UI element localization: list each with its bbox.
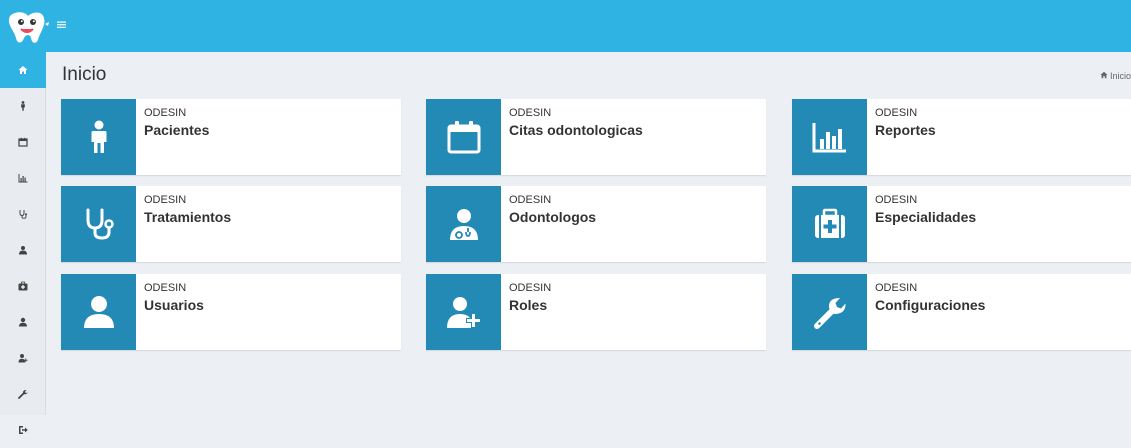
tile-label: Odontologos (509, 209, 597, 225)
tile-citas-odontologicas[interactable]: ODESIN Citas odontologicas (426, 99, 766, 175)
male-icon (91, 120, 106, 153)
tile-icon-box (426, 274, 501, 350)
tile-label: Especialidades (875, 209, 977, 225)
user-plus-icon (446, 297, 481, 328)
sidebar-item-roles[interactable] (0, 340, 46, 376)
sidebar-item-salir[interactable] (0, 412, 46, 448)
user-md-icon (449, 209, 478, 240)
sidebar-item-citas[interactable] (0, 124, 46, 160)
sidebar-item-tratamientos[interactable] (0, 196, 46, 232)
sidebar-item-configuraciones[interactable] (0, 376, 46, 412)
user-icon (19, 317, 27, 327)
tile-icon-box (61, 186, 136, 262)
tile-label: Configuraciones (875, 297, 986, 313)
tile-label: Pacientes (144, 122, 210, 138)
tile-configuraciones[interactable]: ODESIN Configuraciones (792, 274, 1131, 350)
male-icon (21, 101, 25, 111)
tile-label: Citas odontologicas (509, 122, 643, 138)
tile-usuarios[interactable]: ODESIN Usuarios (61, 274, 401, 350)
tile-odontologos[interactable]: ODESIN Odontologos (426, 186, 766, 262)
sidebar (0, 52, 46, 434)
tile-subtitle: ODESIN (509, 282, 552, 294)
user-plus-icon (18, 354, 28, 363)
tooth-logo[interactable] (4, 10, 50, 44)
user-md-icon (19, 246, 27, 255)
tile-subtitle: ODESIN (144, 194, 187, 206)
tile-label: Usuarios (144, 297, 204, 313)
tile-label: Roles (509, 297, 548, 313)
home-icon (1100, 71, 1108, 81)
breadcrumb: Inicio (1100, 71, 1131, 81)
tile-roles[interactable]: ODESIN Roles (426, 274, 766, 350)
wrench-icon (813, 298, 846, 329)
tile-subtitle: ODESIN (875, 107, 918, 119)
sidebar-item-usuarios[interactable] (0, 304, 46, 340)
tile-icon-box (426, 186, 501, 262)
sidebar-item-odontologos[interactable] (0, 232, 46, 268)
tile-label: Tratamientos (144, 209, 232, 225)
calendar-icon (18, 137, 28, 147)
home-icon (18, 66, 28, 74)
calendar-icon (447, 121, 480, 154)
tile-subtitle: ODESIN (144, 107, 187, 119)
tile-subtitle: ODESIN (875, 282, 918, 294)
tile-icon-box (792, 99, 867, 175)
wrench-icon (18, 389, 28, 399)
tile-icon-box (61, 274, 136, 350)
tile-subtitle: ODESIN (509, 107, 552, 119)
medkit-icon (814, 208, 845, 238)
sidebar-item-reportes[interactable] (0, 160, 46, 196)
sidebar-item-inicio[interactable] (0, 52, 46, 88)
tile-especialidades[interactable]: ODESIN Especialidades (792, 186, 1131, 262)
tile-icon-box (792, 186, 867, 262)
stethoscope-icon (86, 208, 114, 240)
hamburger-icon[interactable] (57, 17, 69, 33)
top-navbar (0, 0, 1131, 52)
bar-chart-icon (812, 123, 846, 153)
tile-icon-box (426, 99, 501, 175)
tile-tratamientos[interactable]: ODESIN Tratamientos (61, 186, 401, 262)
stethoscope-icon (19, 210, 27, 219)
tile-icon-box (61, 99, 136, 175)
sign-out-icon (19, 426, 28, 434)
tile-label: Reportes (875, 122, 936, 138)
breadcrumb-home-link[interactable]: Inicio (1110, 71, 1131, 81)
tile-reportes[interactable]: ODESIN Reportes (792, 99, 1131, 175)
bar-chart-icon (18, 174, 28, 183)
tile-subtitle: ODESIN (144, 282, 187, 294)
sidebar-item-pacientes[interactable] (0, 88, 46, 124)
tile-icon-box (792, 274, 867, 350)
tile-pacientes[interactable]: ODESIN Pacientes (61, 99, 401, 175)
tile-subtitle: ODESIN (875, 194, 918, 206)
tile-subtitle: ODESIN (509, 194, 552, 206)
sidebar-item-especialidades[interactable] (0, 268, 46, 304)
medkit-icon (18, 281, 28, 291)
page-title: Inicio (62, 64, 107, 85)
user-icon (83, 296, 114, 328)
